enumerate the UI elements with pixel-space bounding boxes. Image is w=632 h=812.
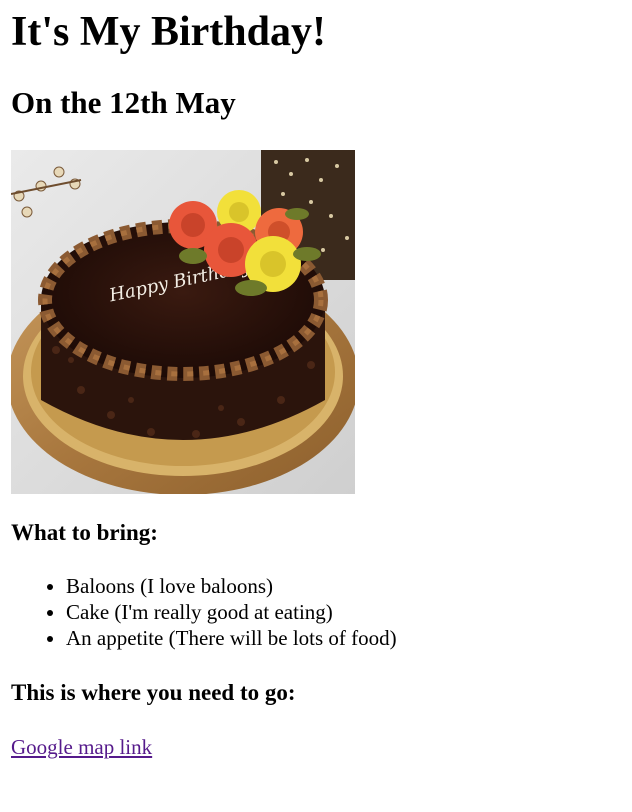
location-heading: This is where you need to go: [11,680,296,705]
list-item: Baloons (I love baloons) [66,573,397,599]
cake-image: Happy Birthday [11,150,355,494]
page-subtitle: On the 12th May [11,85,236,120]
page-title: It's My Birthday! [11,9,326,55]
list-item: An appetite (There will be lots of food) [66,625,397,651]
google-map-link[interactable]: Google map link [11,734,152,760]
bring-list: Baloons (I love baloons) Cake (I'm reall… [11,573,397,651]
page-content: It's My Birthday! On the 12th May Happy … [11,0,632,812]
bring-heading: What to bring: [11,520,158,545]
list-item: Cake (I'm really good at eating) [66,599,397,625]
